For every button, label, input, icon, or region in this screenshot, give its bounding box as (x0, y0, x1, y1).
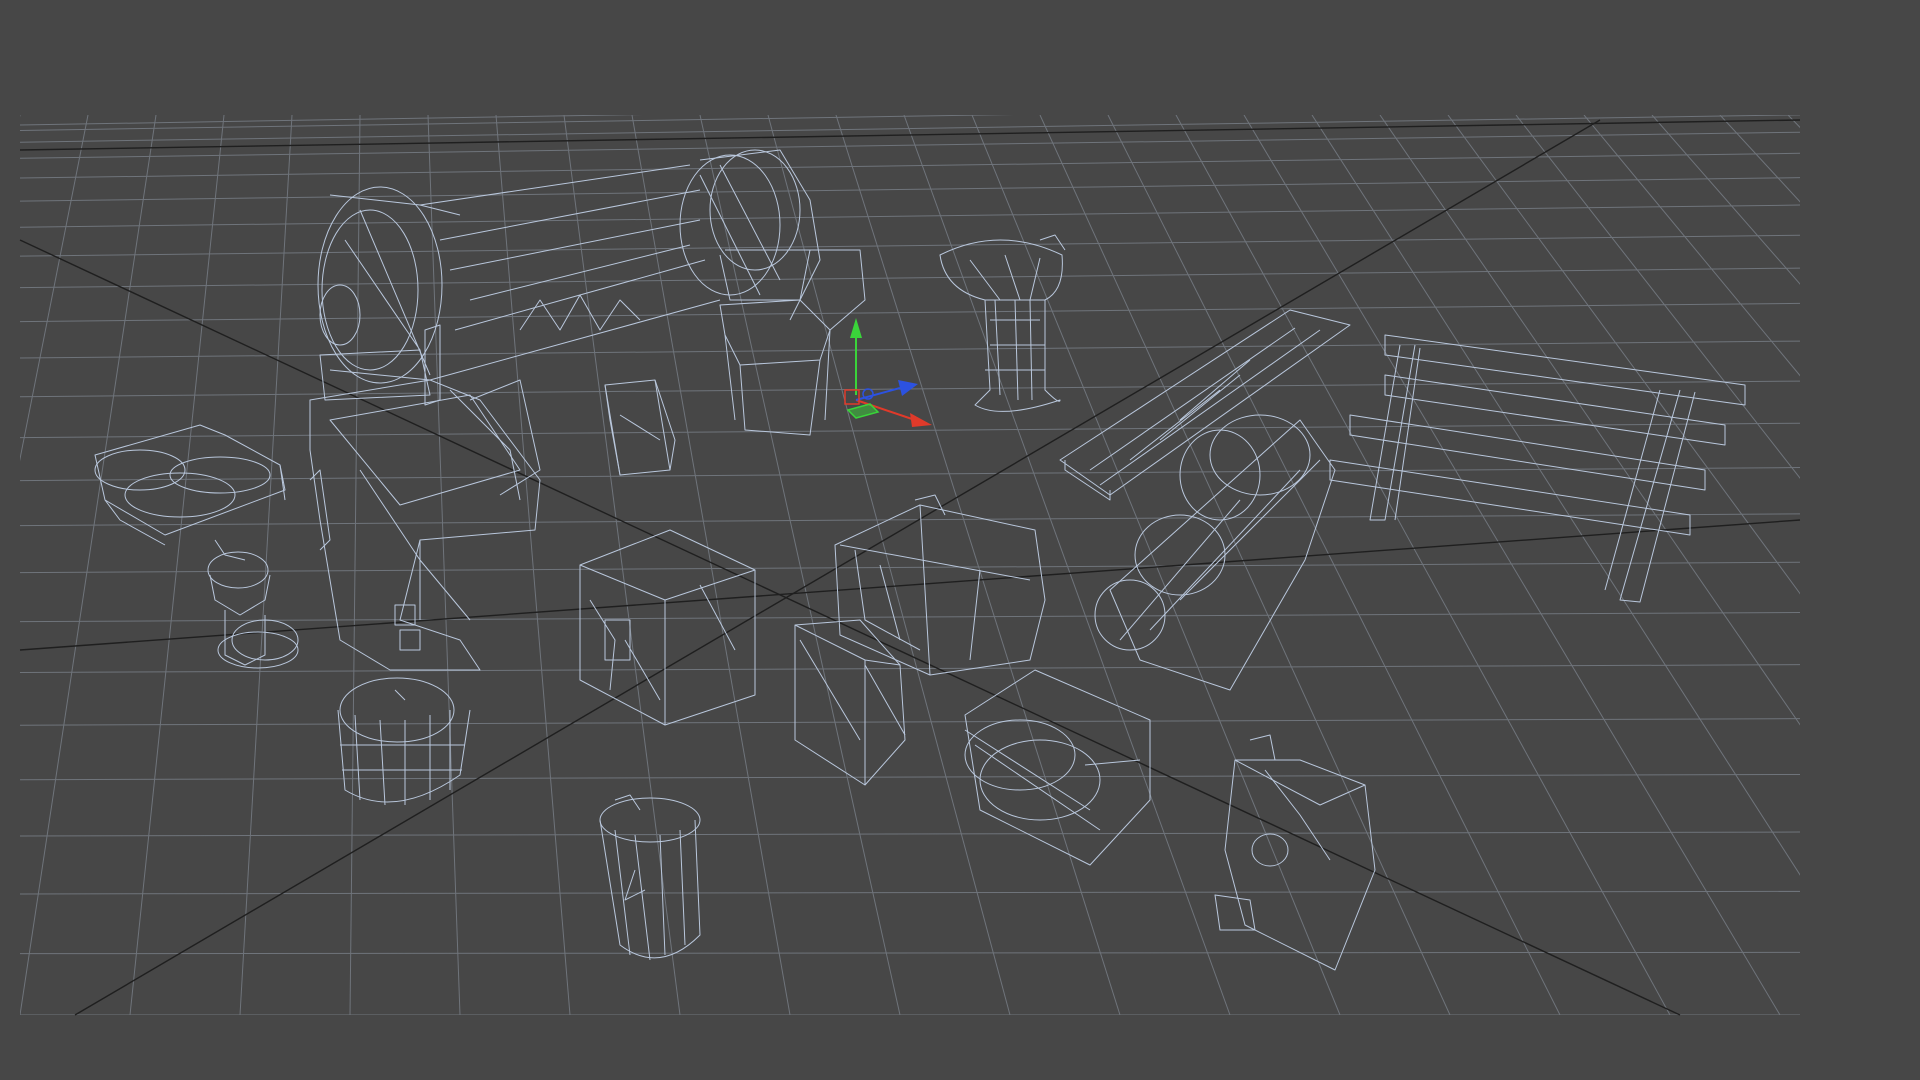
grid-line (20, 513, 1800, 527)
grid-line (239, 115, 293, 1015)
hexagon-stand[interactable] (719, 249, 866, 436)
gizmo-x-arrow[interactable] (910, 413, 932, 427)
capstan[interactable] (939, 234, 1066, 412)
grid-line (20, 115, 89, 1015)
cannon-barrel[interactable] (317, 149, 821, 401)
grid-line (20, 773, 1800, 781)
grid-line (1583, 115, 1800, 1015)
grid-line (20, 831, 1800, 837)
lantern-box[interactable] (1214, 734, 1376, 971)
grid-line (20, 890, 1800, 895)
world-axis-line (74, 119, 1601, 1016)
spindle-post[interactable] (207, 539, 299, 669)
grid-line (20, 234, 1800, 257)
small-block[interactable] (604, 379, 676, 476)
gizmo-z-arrow[interactable] (898, 380, 918, 396)
grid-line (20, 302, 1800, 323)
grid-line (1515, 115, 1800, 1015)
grid-line (20, 115, 1800, 132)
grid-line (20, 115, 1800, 126)
grid-line (1856, 115, 1920, 1015)
grid-line (20, 152, 1800, 179)
cylindrical-canister[interactable] (599, 794, 701, 961)
transform-gizmo[interactable] (844, 318, 932, 427)
grid-line (20, 611, 1800, 623)
world-axis-line (19, 239, 1681, 1016)
grid-line (20, 422, 1800, 439)
grid-line (20, 115, 21, 1015)
grid-line (1651, 115, 1800, 1015)
3d-viewport[interactable] (0, 0, 1920, 1080)
grid-line (20, 718, 1800, 726)
table-block[interactable] (834, 494, 1046, 676)
grid-line (20, 267, 1800, 289)
grid-line (835, 115, 1121, 1015)
grid-line (1787, 115, 1800, 1015)
grid-line (20, 561, 1800, 574)
grid-line (20, 467, 1800, 482)
ground-grid (20, 115, 1920, 1015)
wood-log[interactable] (964, 669, 1151, 866)
grid-line (1719, 115, 1800, 1015)
grid-line (1447, 115, 1800, 1015)
grid-line (129, 115, 225, 1015)
grid-line (20, 177, 1800, 202)
world-axis-line (19, 519, 1801, 651)
grid-line (427, 115, 461, 1015)
grid-line (20, 951, 1800, 955)
rolled-log-bundle[interactable] (1094, 414, 1336, 691)
gizmo-y-arrow[interactable] (850, 318, 862, 338)
crate-large[interactable] (579, 529, 756, 726)
grid-line (20, 115, 1800, 143)
viewport-canvas[interactable] (0, 0, 1920, 1080)
barrel[interactable] (337, 677, 471, 806)
